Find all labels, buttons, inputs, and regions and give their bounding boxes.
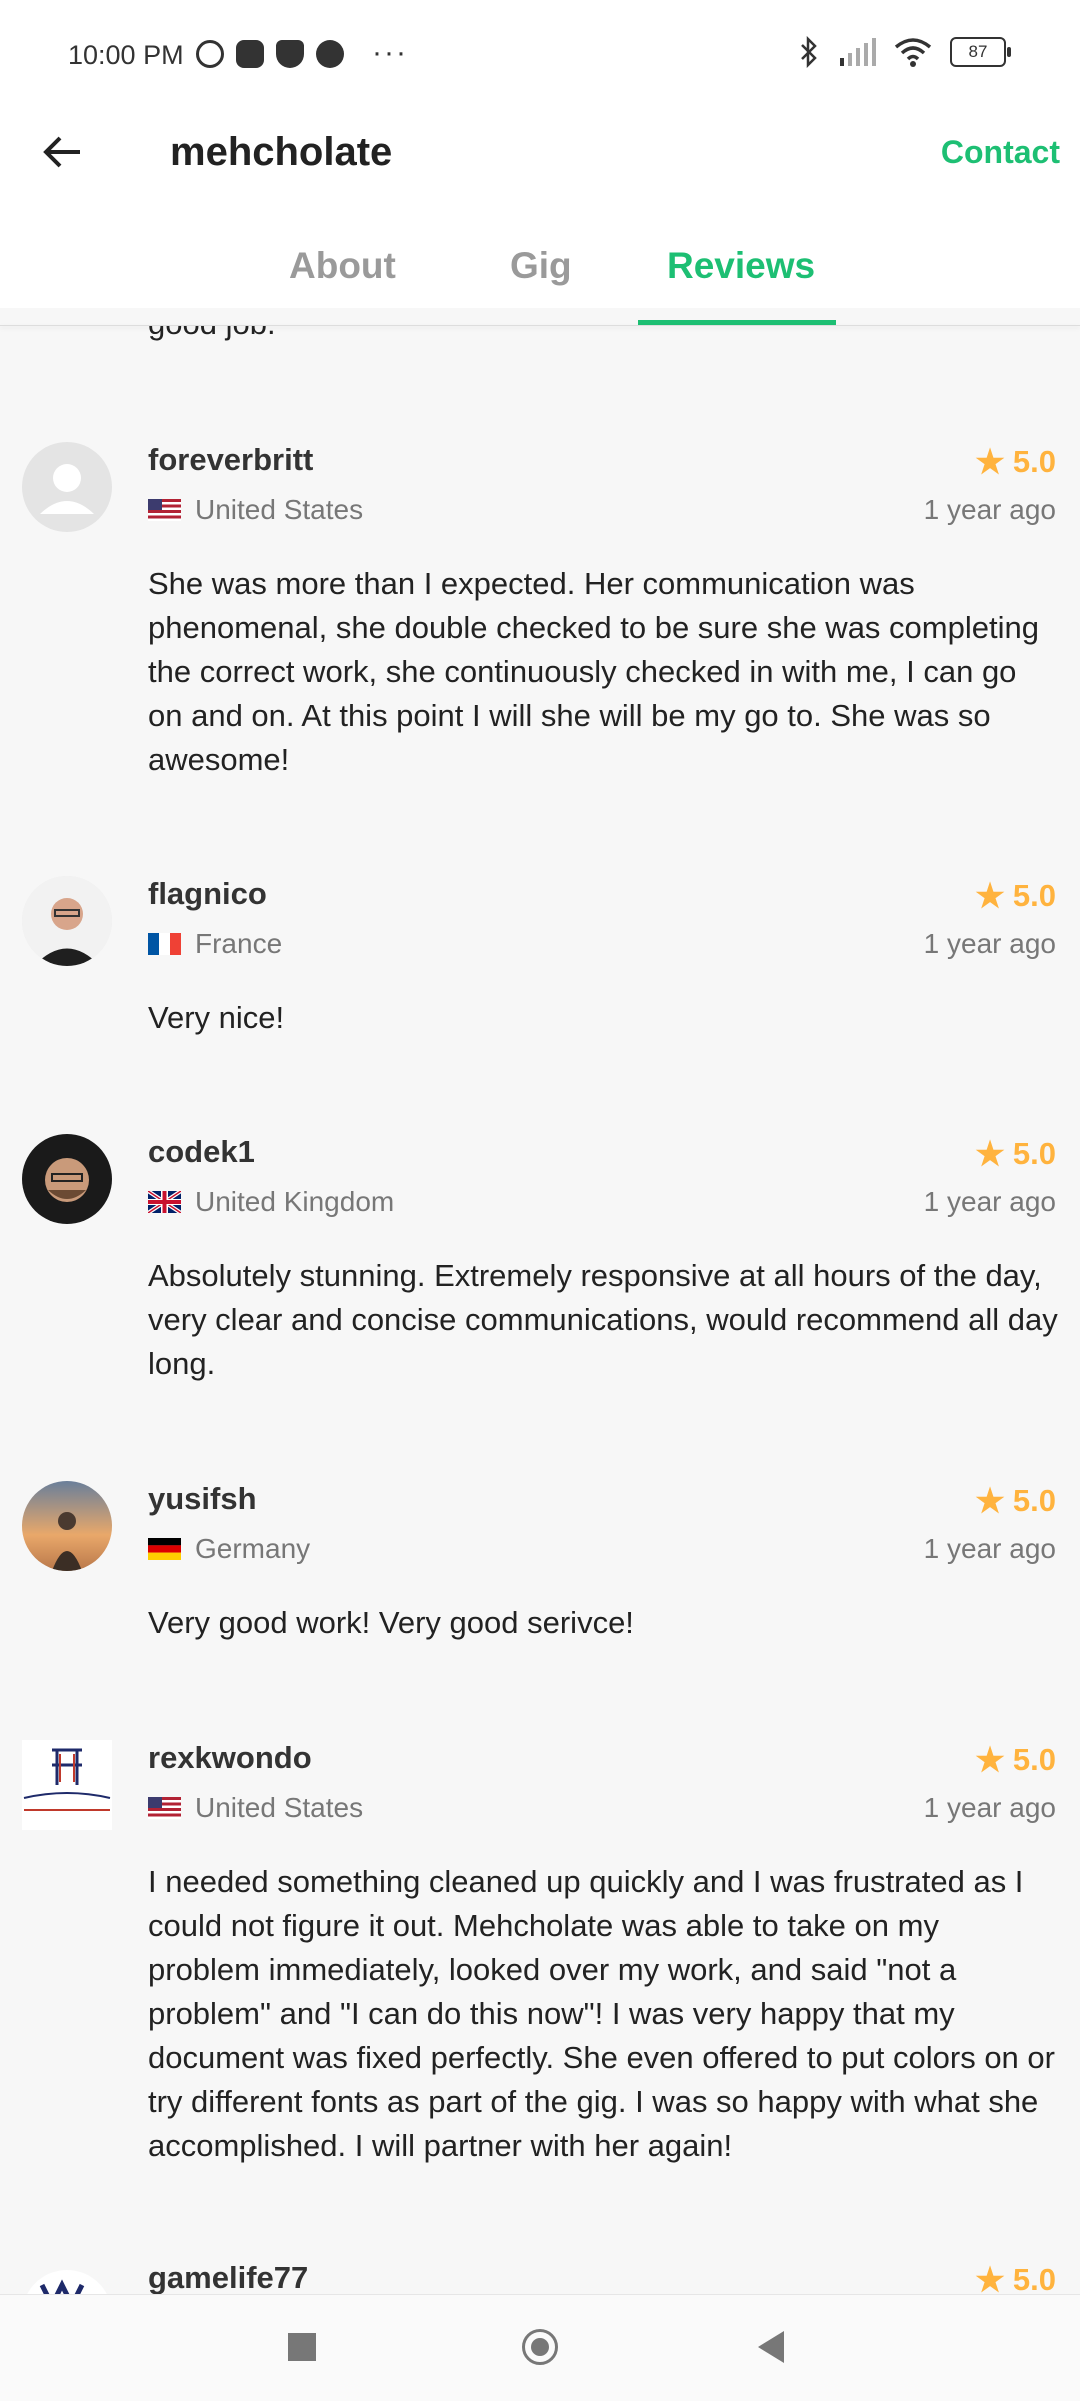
game-icon [236,40,264,68]
tab-reviews[interactable]: Reviews [667,245,815,287]
review-date: 1 year ago [923,928,1056,959]
review-text: Very nice! [148,1000,285,1035]
home-button[interactable] [522,2329,558,2365]
reviewer-country: United Kingdom [148,1186,394,1218]
avatar[interactable] [22,1481,112,1571]
page-title: mehcholate [170,130,393,174]
star-icon: ★ [975,2261,1005,2294]
battery-level: 87 [968,42,988,61]
review-date: 1 year ago [923,494,1056,525]
review-rating: ★ 5.0 [975,1481,1056,1520]
rating-value: 5.0 [1012,1482,1056,1518]
wifi-icon [894,38,932,67]
media-icon [316,40,344,68]
review-date: 1 year ago [923,1186,1056,1217]
reviewer-username[interactable]: flagnico [148,876,267,912]
star-icon: ★ [975,877,1005,914]
rating-value: 5.0 [1012,1741,1056,1777]
review-rating: ★ 5.0 [975,2260,1056,2294]
recents-button[interactable] [288,2333,316,2361]
reviews-list[interactable]: good job. foreverbritt ★5.0 United State… [0,326,1080,2294]
reviewer-country: United States [148,1792,363,1824]
avatar-photo [22,1134,112,1224]
tab-bar: About Gig Reviews [0,245,1080,325]
flag-uk-icon [148,1191,181,1213]
reviewer-country: United States [148,494,363,526]
star-icon: ★ [975,1135,1005,1172]
country-name: France [195,928,283,959]
country-name: Germany [195,1533,311,1564]
battery-icon: 87 [950,37,1011,67]
country-name: United States [195,1792,364,1823]
logo-avatar [22,1740,112,1830]
flag-us-icon [148,1797,181,1819]
reviewer-country: France [148,928,282,960]
reviewer-username[interactable]: gamelife77 [148,2260,308,2294]
star-icon: ★ [975,443,1005,480]
review-text: Very good work! Very good serivce! [148,1605,634,1640]
flag-germany-icon [148,1538,181,1560]
review-rating: ★ 5.0 [975,1740,1056,1779]
avatar[interactable] [22,1134,112,1224]
country-name: United Kingdom [195,1186,395,1217]
review-date: 1 year ago [923,1533,1056,1564]
country-name: United States [195,494,364,525]
review-text: Absolutely stunning. Extremely responsiv… [148,1258,1058,1381]
reviewer-username[interactable]: rexkwondo [148,1740,312,1776]
review-text: She was more than I expected. Her commun… [148,566,1039,777]
flag-france-icon [148,933,181,955]
review-rating: ★ 5.0 [975,1134,1056,1173]
arrow-left-icon [43,136,80,168]
reviewer-username[interactable]: codek1 [148,1134,255,1170]
avatar-photo [22,876,112,966]
rating-value: 5.0 [1012,1135,1056,1171]
signal-icon [840,38,876,66]
tab-gig[interactable]: Gig [510,245,572,287]
bluetooth-icon [801,36,817,68]
rating-value: 5.0 [1012,2261,1056,2295]
rating-value: 5.0 [1012,877,1056,913]
system-back-button[interactable] [758,2331,784,2363]
partial-review-text: good job. [148,326,276,342]
reviewer-username[interactable]: yusifsh [148,1481,257,1517]
tab-about[interactable]: About [289,245,396,287]
reviewer-username[interactable]: foreverbritt [148,442,313,478]
shield-icon [276,40,304,68]
review-rating: ★ 5.0 [975,876,1056,915]
avatar[interactable] [22,876,112,966]
review-rating: ★ 5.0 [975,442,1056,481]
avatar-photo [22,1481,112,1571]
status-time: 10:00 PM [68,40,184,70]
flag-us-icon [148,499,181,521]
star-icon: ★ [975,1482,1005,1519]
logo-avatar [39,2279,85,2294]
user-silhouette-icon [40,464,94,514]
status-overflow: ··· [372,36,408,69]
back-button[interactable] [40,130,90,180]
avatar[interactable] [22,1740,112,1830]
status-bar: 10:00 PM ··· 87 [0,0,1080,118]
avatar[interactable] [22,2270,112,2294]
status-notification-icons [196,40,344,68]
system-nav-bar [0,2294,1080,2401]
avatar-placeholder[interactable] [22,442,112,532]
review-text: I needed something cleaned up quickly an… [148,1864,1055,2163]
status-system-icons: 87 [798,36,1011,68]
contact-button[interactable]: Contact [941,134,1060,171]
review-date: 1 year ago [923,1792,1056,1823]
reviewer-country: Germany [148,1533,310,1565]
alarm-icon [196,40,224,68]
star-icon: ★ [975,1741,1005,1778]
rating-value: 5.0 [1012,443,1056,479]
